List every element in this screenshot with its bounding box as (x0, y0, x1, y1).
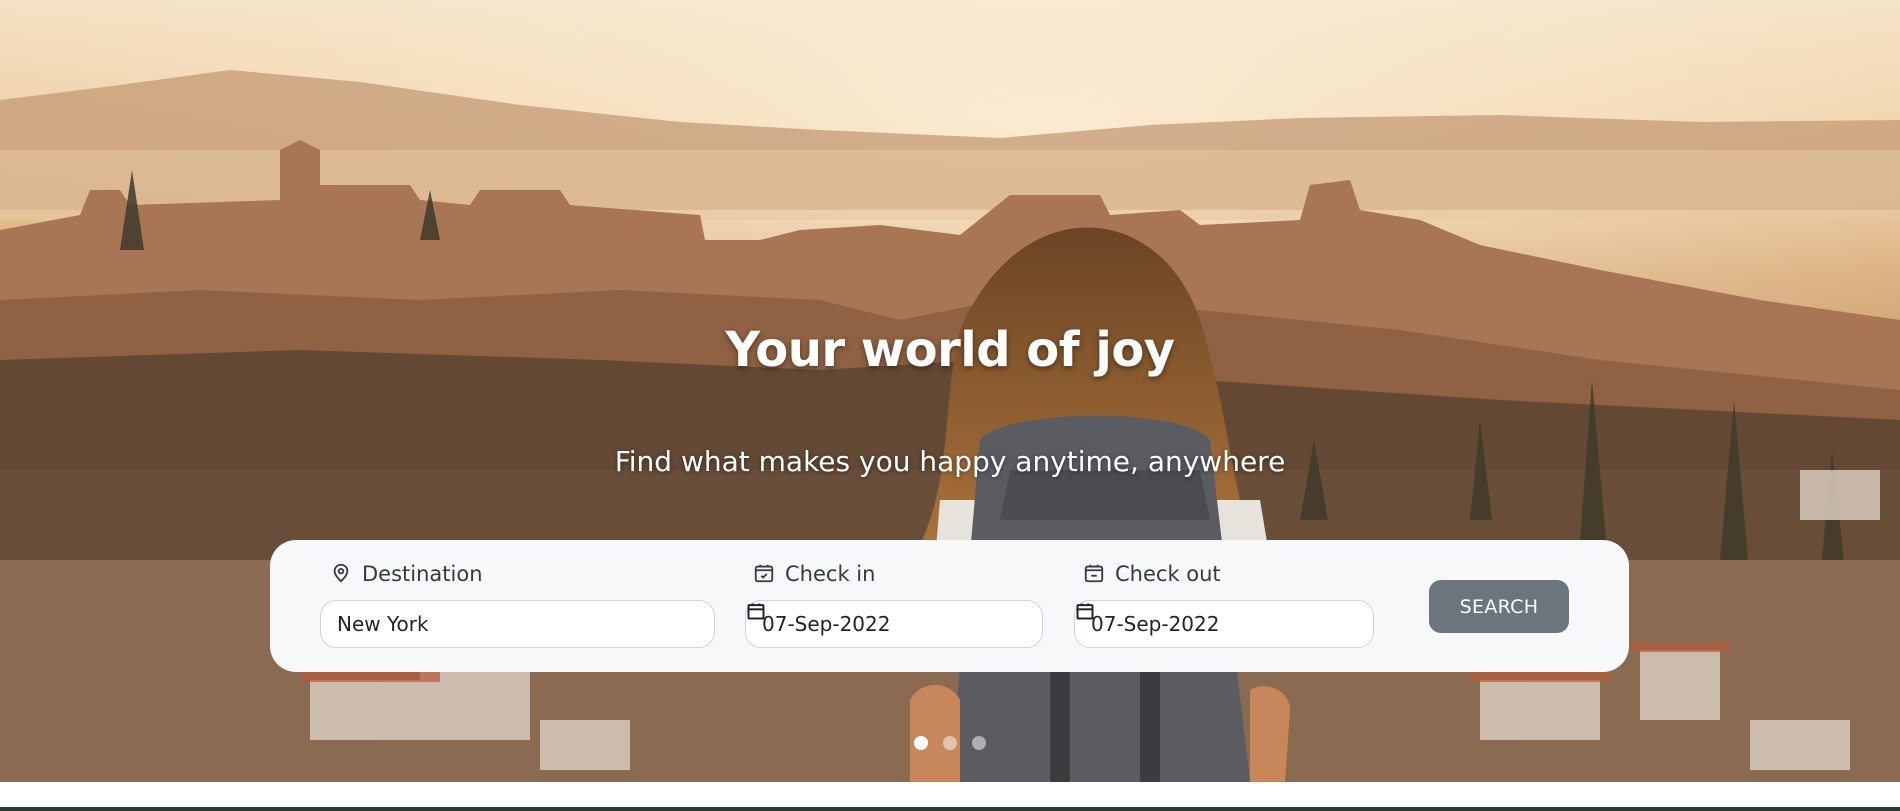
destination-value: New York (337, 612, 429, 636)
carousel-indicators (0, 736, 1900, 750)
map-pin-icon (330, 563, 352, 585)
check-out-label: Check out (1083, 562, 1221, 586)
destination-input[interactable]: New York (320, 600, 715, 648)
check-out-label-text: Check out (1115, 562, 1221, 586)
check-out-value: 07-Sep-2022 (1091, 612, 1220, 636)
destination-label: Destination (330, 562, 483, 586)
check-out-date-input[interactable]: 07-Sep-2022 (1074, 600, 1374, 648)
calendar-picker-icon[interactable] (747, 603, 1026, 634)
carousel-dot-2[interactable] (943, 736, 957, 750)
check-in-label: Check in (753, 562, 875, 586)
check-in-value: 07-Sep-2022 (762, 612, 891, 636)
hero-banner: Your world of joy Find what makes you ha… (0, 0, 1900, 782)
check-in-label-text: Check in (785, 562, 876, 586)
destination-label-text: Destination (362, 562, 483, 586)
calendar-check-icon (753, 563, 775, 585)
hero-title: Your world of joy (725, 322, 1175, 378)
hero-subtitle: Find what makes you happy anytime, anywh… (614, 445, 1286, 478)
section-divider (0, 807, 1900, 811)
calendar-minus-icon (1083, 563, 1105, 585)
check-in-date-input[interactable]: 07-Sep-2022 (745, 600, 1043, 648)
carousel-dot-1[interactable] (914, 736, 928, 750)
calendar-picker-icon[interactable] (1076, 603, 1357, 634)
carousel-dot-3[interactable] (972, 736, 986, 750)
search-button[interactable]: SEARCH (1429, 580, 1569, 633)
